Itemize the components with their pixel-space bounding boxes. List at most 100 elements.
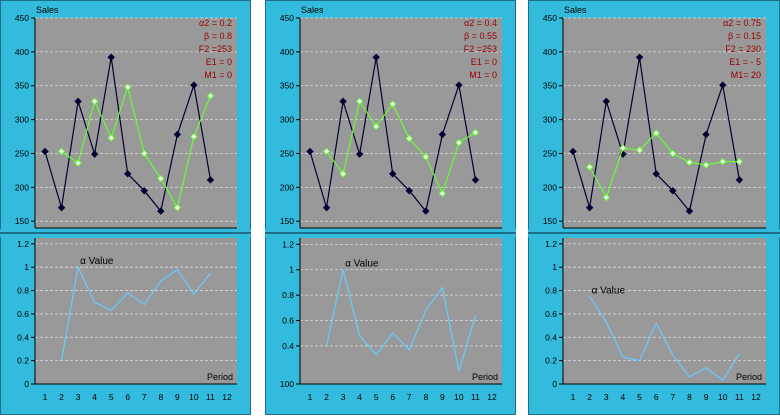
upper-y-tick-label: 350	[543, 81, 557, 91]
chart-panel-2: 150 200 250 300 350 400 450 100 0.4 0.6 0.8 1 1.2 Sal…	[265, 0, 516, 415]
upper-y-tick-label: 300	[15, 115, 29, 125]
param-label: α2 = 0.75	[723, 18, 761, 28]
x-tick-label: 5	[374, 392, 379, 402]
lower-y-tick-label: 1	[289, 265, 294, 275]
lower-plot-area	[563, 238, 766, 384]
upper-y-tick-label: 450	[15, 13, 29, 23]
upper-y-tick-label: 350	[280, 81, 294, 91]
x-tick-label: 1	[308, 392, 313, 402]
x-tick-label: 1	[43, 392, 48, 402]
y-axis-label: Sales	[564, 5, 587, 15]
lower-y-tick-label: 0.6	[545, 309, 557, 319]
x-tick-label: 6	[390, 392, 395, 402]
lower-y-tick-label: 0.8	[17, 286, 29, 296]
upper-y-tick-label: 250	[15, 148, 29, 158]
upper-y-tick-label: 400	[280, 47, 294, 57]
lower-plot-area	[300, 238, 502, 384]
x-tick-label: 3	[76, 392, 81, 402]
param-label: M1 = 0	[204, 70, 232, 80]
lower-y-tick-label: 1.2	[17, 239, 29, 249]
x-tick-label: 7	[142, 392, 147, 402]
lower-y-tick-label: 1.2	[545, 239, 557, 249]
param-label: F2 =253	[199, 44, 232, 54]
param-label: M1 = 0	[469, 70, 497, 80]
upper-y-tick-label: 150	[543, 216, 557, 226]
param-label: E1 = 0	[206, 57, 232, 67]
upper-y-tick-label: 200	[543, 182, 557, 192]
lower-y-tick-label: 1	[24, 262, 29, 272]
lower-y-tick-label: 0.4	[282, 341, 294, 351]
x-tick-label: 11	[471, 392, 480, 402]
x-axis-label: Period	[472, 372, 498, 382]
upper-y-tick-label: 150	[280, 216, 294, 226]
x-tick-label: 12	[222, 392, 232, 402]
upper-y-tick-label: 300	[280, 115, 294, 125]
x-tick-label: 2	[587, 392, 592, 402]
x-tick-label: 6	[654, 392, 659, 402]
upper-y-tick-label: 200	[15, 182, 29, 192]
param-label: E1 = - 5	[729, 57, 761, 67]
x-tick-label: 4	[621, 392, 626, 402]
x-tick-label: 1	[571, 392, 576, 402]
x-tick-label: 4	[92, 392, 97, 402]
x-tick-label: 10	[718, 392, 728, 402]
upper-y-tick-label: 200	[280, 182, 294, 192]
lower-plot-area	[35, 238, 237, 384]
x-axis-label: Period	[736, 372, 762, 382]
x-tick-label: 3	[604, 392, 609, 402]
x-tick-label: 6	[125, 392, 130, 402]
x-tick-label: 2	[324, 392, 329, 402]
chart-panel-1: 150 200 250 300 350 400 450 0 0.2 0.4 0.6 0.8 1 1.2 Sa…	[0, 0, 251, 415]
x-tick-label: 5	[109, 392, 114, 402]
upper-y-tick-label: 450	[280, 13, 294, 23]
x-tick-label: 3	[341, 392, 346, 402]
param-label: α2 = 0.2	[199, 18, 232, 28]
x-tick-label: 8	[687, 392, 692, 402]
figure-canvas: 15020025030035040045000.20.40.60.811.2Sa…	[0, 0, 780, 415]
lower-y-tick-label: 0	[24, 379, 29, 389]
alpha-annotation: α Value	[345, 259, 379, 270]
upper-y-tick-label: 450	[543, 13, 557, 23]
x-tick-label: 8	[158, 392, 163, 402]
param-label: M1= 20	[731, 70, 761, 80]
chart-figure: 150 200 250 300 350 400 450 0 0.2 0.4 0.6 0.8 1 1.2 Sa…	[0, 0, 780, 415]
param-label: β = 0.15	[728, 31, 761, 41]
param-label: F2 = 230	[725, 44, 761, 54]
upper-y-tick-label: 400	[543, 47, 557, 57]
upper-y-tick-label: 400	[15, 47, 29, 57]
lower-y-tick-label: 0.2	[17, 356, 29, 366]
lower-y-tick-label: 1.2	[282, 239, 294, 249]
lower-y-tick-label: 0.6	[17, 309, 29, 319]
lower-y-tick-label: 0.8	[545, 286, 557, 296]
lower-y-tick-label: 0.4	[17, 332, 29, 342]
lower-y-tick-label: 0.8	[282, 290, 294, 300]
x-tick-label: 2	[59, 392, 64, 402]
y-axis-label: Sales	[301, 5, 324, 15]
x-tick-label: 9	[440, 392, 445, 402]
upper-y-tick-label: 300	[543, 115, 557, 125]
x-tick-label: 4	[357, 392, 362, 402]
param-label: α2 = 0.4	[464, 18, 497, 28]
lower-y-tick-label: 0	[552, 379, 557, 389]
upper-y-tick-label: 250	[280, 148, 294, 158]
lower-y-tick-label: 0.6	[282, 316, 294, 326]
lower-y-tick-label: 100	[280, 379, 294, 389]
upper-y-tick-label: 150	[15, 216, 29, 226]
chart-panel-3: 150 200 250 300 350 400 450 0 0.2 0.4 0.6 0.8 1 1.2 Sa…	[528, 0, 780, 415]
x-tick-label: 9	[175, 392, 180, 402]
alpha-annotation: α Value	[80, 256, 114, 267]
x-tick-label: 7	[670, 392, 675, 402]
param-label: F2 =253	[464, 44, 497, 54]
y-axis-label: Sales	[36, 5, 59, 15]
param-label: β = 0.8	[204, 31, 232, 41]
x-tick-label: 9	[704, 392, 709, 402]
lower-y-tick-label: 0.2	[545, 356, 557, 366]
lower-y-tick-label: 0.4	[545, 332, 557, 342]
x-tick-label: 11	[735, 392, 744, 402]
x-tick-label: 12	[751, 392, 761, 402]
x-tick-label: 7	[407, 392, 412, 402]
x-tick-label: 11	[206, 392, 215, 402]
param-label: β = 0.55	[464, 31, 497, 41]
lower-y-tick-label: 1	[552, 262, 557, 272]
x-tick-label: 10	[454, 392, 464, 402]
